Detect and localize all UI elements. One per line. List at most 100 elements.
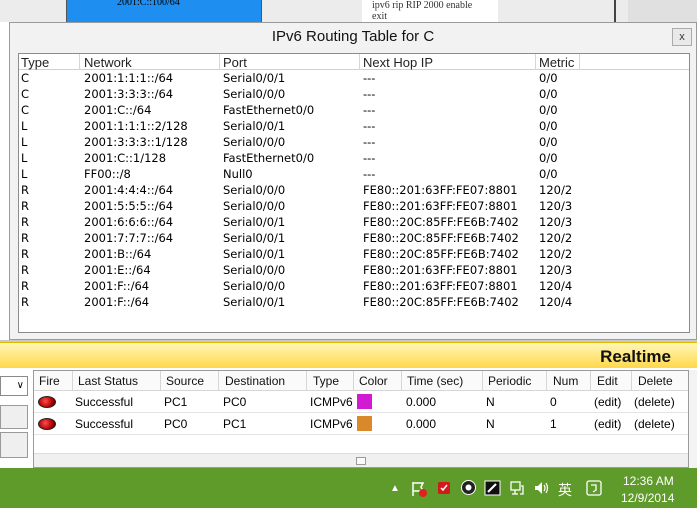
route-type-cell: L bbox=[21, 167, 28, 181]
network-icon[interactable] bbox=[509, 480, 525, 496]
delete-link[interactable]: (delete) bbox=[634, 395, 675, 409]
routing-table-body: C 2001:1:1:1::/64 Serial0/0/1 --- 0/0 C 2001:3… bbox=[19, 70, 689, 310]
metric-cell: 0/0 bbox=[539, 167, 558, 181]
pdu-row[interactable]: Successful PC0 PC1 ICMPv6 0.000 N 1 (edit) (dele… bbox=[34, 413, 688, 435]
column-divider[interactable] bbox=[631, 371, 632, 391]
table-row[interactable]: R 2001:7:7:7::/64 Serial0/0/1 FE80::20C:85F… bbox=[19, 230, 689, 246]
delete-scenario-button[interactable] bbox=[0, 432, 28, 458]
table-row[interactable]: C 2001:3:3:3::/64 Serial0/0/0 --- 0/0 bbox=[19, 86, 689, 102]
ime-mode-icon[interactable] bbox=[586, 480, 602, 496]
next-hop-cell: FE80::201:63FF:FE07:8801 bbox=[363, 183, 518, 197]
pdu-row[interactable]: Successful PC1 PC0 ICMPv6 0.000 N 0 (edit) (dele… bbox=[34, 391, 688, 413]
pdu-list-panel: Fire Last Status Source Destination Type… bbox=[33, 370, 689, 468]
fire-icon[interactable] bbox=[38, 396, 56, 408]
column-header-type[interactable]: Type bbox=[21, 55, 49, 70]
column-divider[interactable] bbox=[218, 371, 219, 391]
column-header-network[interactable]: Network bbox=[84, 55, 132, 70]
table-row[interactable]: L FF00::/8 Null0 --- 0/0 bbox=[19, 166, 689, 182]
delete-link[interactable]: (delete) bbox=[634, 417, 675, 431]
new-scenario-button[interactable] bbox=[0, 405, 28, 429]
table-row[interactable]: L 2001:1:1:1::2/128 Serial0/0/1 --- 0/0 bbox=[19, 118, 689, 134]
clock-date[interactable]: 12/9/2014 bbox=[621, 491, 674, 505]
periodic-cell: N bbox=[486, 395, 495, 409]
route-type-cell: R bbox=[21, 183, 29, 197]
column-divider[interactable] bbox=[482, 371, 483, 391]
table-row[interactable]: R 2001:B::/64 Serial0/0/1 FE80::20C:85FF:FE… bbox=[19, 246, 689, 262]
horizontal-scrollbar[interactable] bbox=[34, 453, 688, 467]
table-row[interactable]: R 2001:F::/64 Serial0/0/0 FE80::201:63FF:FE… bbox=[19, 278, 689, 294]
port-cell: FastEthernet0/0 bbox=[223, 151, 315, 165]
app-tray-icon[interactable] bbox=[460, 479, 477, 496]
metric-cell: 120/2 bbox=[539, 183, 573, 197]
table-row[interactable]: R 2001:4:4:4::/64 Serial0/0/0 FE80::201:63F… bbox=[19, 182, 689, 198]
column-header-num[interactable]: Num bbox=[553, 374, 578, 388]
column-header-delete[interactable]: Delete bbox=[638, 374, 673, 388]
vertical-scrollbar[interactable] bbox=[689, 370, 697, 468]
network-cell: 2001:6:6:6::/64 bbox=[84, 215, 174, 229]
clock-time[interactable]: 12:36 AM bbox=[623, 474, 674, 488]
num-cell: 0 bbox=[550, 395, 557, 409]
column-divider[interactable] bbox=[79, 54, 80, 70]
time-cell: 0.000 bbox=[406, 417, 437, 431]
column-header-type[interactable]: Type bbox=[313, 374, 339, 388]
table-row[interactable]: R 2001:E::/64 Serial0/0/0 FE80::201:63FF:FE… bbox=[19, 262, 689, 278]
column-divider[interactable] bbox=[160, 371, 161, 391]
close-button[interactable]: x bbox=[672, 28, 692, 46]
routing-table-header: Type Network Port Next Hop IP Metric bbox=[19, 54, 689, 70]
route-type-cell: C bbox=[21, 71, 30, 85]
metric-cell: 120/3 bbox=[539, 263, 573, 277]
table-row[interactable]: C 2001:C::/64 FastEthernet0/0 --- 0/0 bbox=[19, 102, 689, 118]
column-header-edit[interactable]: Edit bbox=[597, 374, 618, 388]
last-status-cell: Successful bbox=[75, 417, 134, 431]
column-divider[interactable] bbox=[306, 371, 307, 391]
edit-link[interactable]: (edit) bbox=[594, 395, 621, 409]
scrollbar-thumb[interactable] bbox=[356, 457, 366, 465]
table-row[interactable]: C 2001:1:1:1::/64 Serial0/0/1 --- 0/0 bbox=[19, 70, 689, 86]
route-type-cell: R bbox=[21, 279, 29, 293]
column-divider[interactable] bbox=[72, 371, 73, 391]
network-cell: 2001:3:3:3::/64 bbox=[84, 87, 174, 101]
nvidia-icon[interactable] bbox=[484, 480, 501, 496]
table-row[interactable]: R 2001:F::/64 Serial0/0/1 FE80::20C:85FF:FE… bbox=[19, 294, 689, 310]
column-divider[interactable] bbox=[546, 371, 547, 391]
scenario-dropdown[interactable]: ∨ bbox=[0, 376, 28, 396]
column-header-source[interactable]: Source bbox=[166, 374, 204, 388]
table-row[interactable]: L 2001:C::1/128 FastEthernet0/0 --- 0/0 bbox=[19, 150, 689, 166]
table-row[interactable]: R 2001:6:6:6::/64 Serial0/0/1 FE80::20C:85F… bbox=[19, 214, 689, 230]
column-header-time[interactable]: Time (sec) bbox=[407, 374, 463, 388]
column-header-metric[interactable]: Metric bbox=[539, 55, 574, 70]
next-hop-cell: FE80::201:63FF:FE07:8801 bbox=[363, 279, 518, 293]
flag-icon[interactable] bbox=[410, 480, 428, 498]
volume-icon[interactable] bbox=[533, 480, 549, 496]
port-cell: Serial0/0/0 bbox=[223, 135, 286, 149]
column-divider[interactable] bbox=[590, 371, 591, 391]
column-divider[interactable] bbox=[579, 54, 580, 70]
taskbar: ▲ 英 12:36 AM 12/9/2014 bbox=[0, 468, 697, 508]
column-header-next-hop[interactable]: Next Hop IP bbox=[363, 55, 433, 70]
port-cell: Null0 bbox=[223, 167, 253, 181]
table-row[interactable]: R 2001:5:5:5::/64 Serial0/0/0 FE80::201:63F… bbox=[19, 198, 689, 214]
route-type-cell: L bbox=[21, 151, 28, 165]
column-header-last-status[interactable]: Last Status bbox=[78, 374, 138, 388]
column-divider[interactable] bbox=[359, 54, 360, 70]
column-header-fire[interactable]: Fire bbox=[39, 374, 60, 388]
column-divider[interactable] bbox=[401, 371, 402, 391]
edit-link[interactable]: (edit) bbox=[594, 417, 621, 431]
route-type-cell: R bbox=[21, 295, 29, 309]
column-divider[interactable] bbox=[535, 54, 536, 70]
ime-language-indicator[interactable]: 英 bbox=[558, 480, 572, 500]
show-hidden-icons-button[interactable]: ▲ bbox=[390, 483, 400, 494]
column-header-port[interactable]: Port bbox=[223, 55, 247, 70]
realtime-mode-label[interactable]: Realtime bbox=[600, 347, 671, 367]
security-icon[interactable] bbox=[436, 480, 452, 496]
port-cell: Serial0/0/1 bbox=[223, 119, 286, 133]
column-divider[interactable] bbox=[219, 54, 220, 70]
table-row[interactable]: L 2001:3:3:3::1/128 Serial0/0/0 --- 0/0 bbox=[19, 134, 689, 150]
fire-icon[interactable] bbox=[38, 418, 56, 430]
column-header-periodic[interactable]: Periodic bbox=[488, 374, 531, 388]
column-header-destination[interactable]: Destination bbox=[225, 374, 285, 388]
port-cell: Serial0/0/0 bbox=[223, 263, 286, 277]
next-hop-cell: --- bbox=[363, 135, 376, 149]
column-divider[interactable] bbox=[353, 371, 354, 391]
column-header-color[interactable]: Color bbox=[359, 374, 388, 388]
